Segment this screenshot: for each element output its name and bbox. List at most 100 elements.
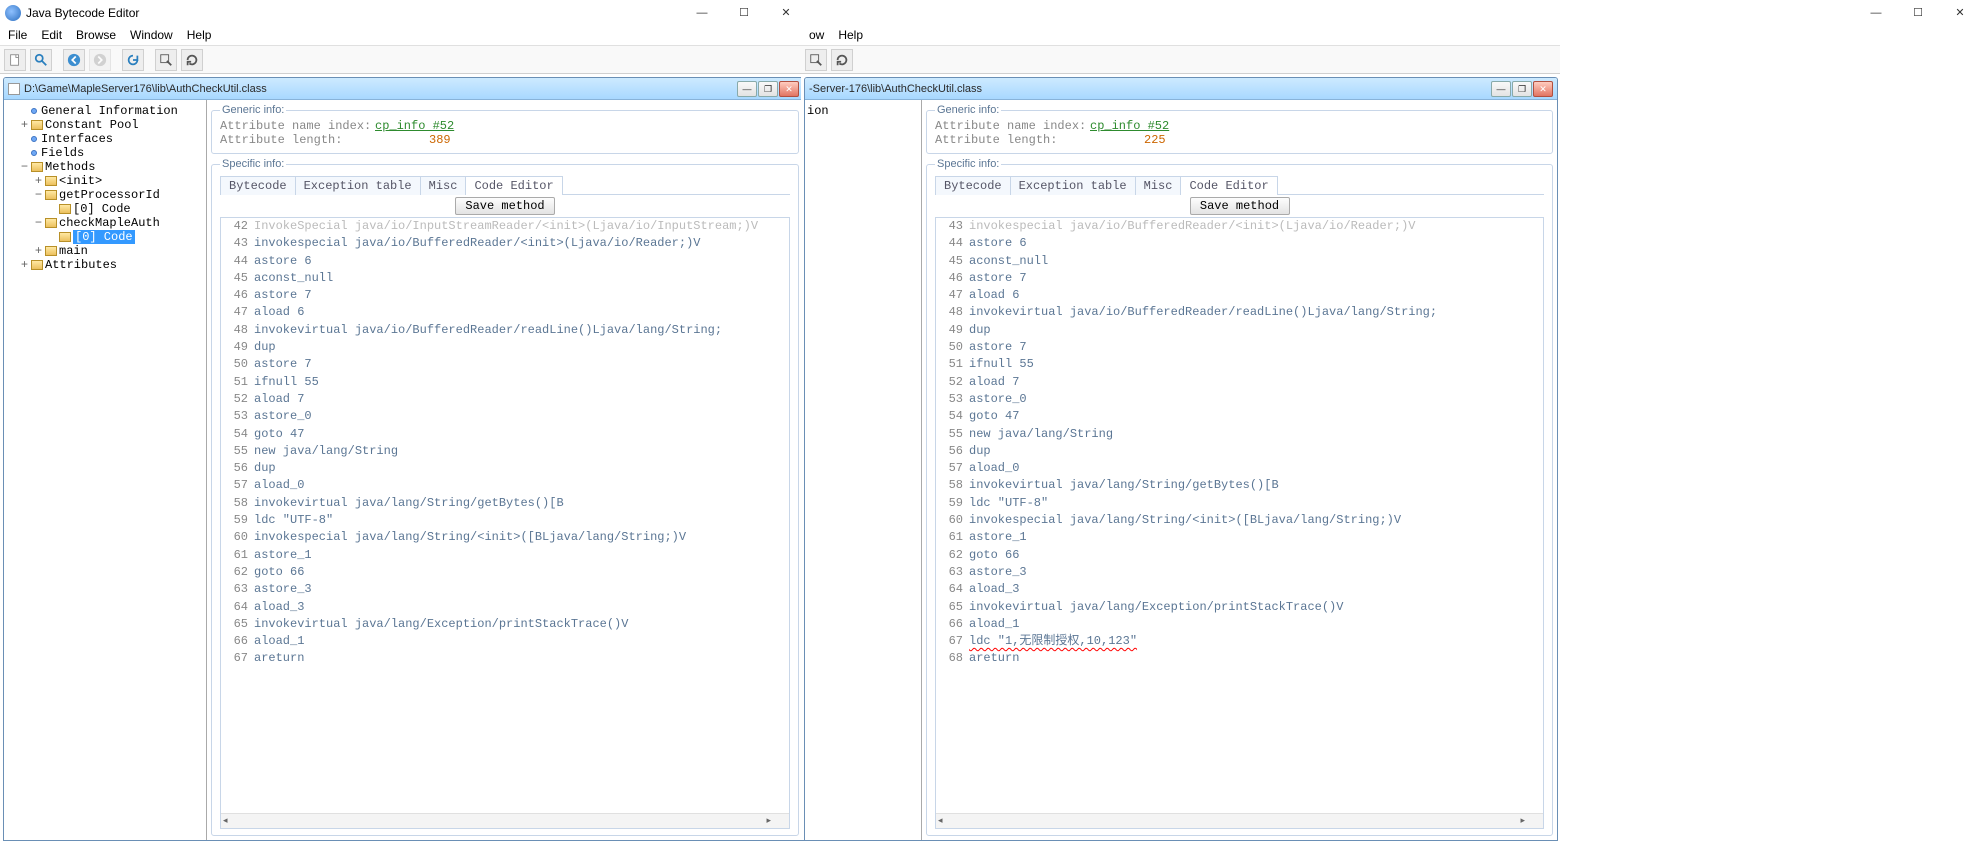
code-line[interactable]: 68areturn [936, 650, 1543, 667]
tree-methods[interactable]: Methods [45, 160, 95, 174]
code-line[interactable]: 58invokevirtual java/lang/String/getByte… [221, 495, 789, 512]
tree-method-getprocessorid[interactable]: getProcessorId [59, 188, 160, 202]
horizontal-scrollbar[interactable] [221, 813, 789, 828]
code-line[interactable]: 66aload_1 [221, 633, 789, 650]
code-line[interactable]: 49dup [221, 339, 789, 356]
code-line[interactable]: 66aload_1 [936, 616, 1543, 633]
code-line[interactable]: 65invokevirtual java/lang/Exception/prin… [221, 616, 789, 633]
reload-button-2[interactable] [831, 49, 853, 71]
menu-dow-fragment[interactable]: ow [805, 28, 828, 43]
maximize-button-3[interactable]: ☐ [1897, 2, 1939, 24]
code-line[interactable]: 48invokevirtual java/io/BufferedReader/r… [221, 322, 789, 339]
code-line[interactable]: 50astore 7 [221, 356, 789, 373]
tree-general[interactable]: General Information [41, 104, 178, 118]
menu-edit[interactable]: Edit [37, 28, 66, 43]
code-line[interactable]: 52aload 7 [221, 391, 789, 408]
code-line[interactable]: 59ldc "UTF-8" [221, 512, 789, 529]
close-button-3[interactable]: ✕ [1939, 2, 1981, 24]
forward-button[interactable] [89, 49, 111, 71]
back-button[interactable] [63, 49, 85, 71]
tree-method-main[interactable]: main [59, 244, 88, 258]
code-line[interactable]: 47aload 6 [936, 287, 1543, 304]
code-line[interactable]: 63astore_3 [221, 581, 789, 598]
code-line[interactable]: 55new java/lang/String [936, 426, 1543, 443]
inner-restore-button[interactable]: ❐ [758, 81, 778, 97]
code-line[interactable]: 60invokespecial java/lang/String/<init>(… [936, 512, 1543, 529]
code-line[interactable]: 45aconst_null [936, 253, 1543, 270]
tree-method-init[interactable]: <init> [59, 174, 102, 188]
code-line[interactable]: 57aload_0 [221, 477, 789, 494]
maximize-button[interactable]: ☐ [723, 2, 765, 24]
tree-code-checkmapleauth[interactable]: [0] Code [73, 230, 135, 244]
inner-close-button-2[interactable]: ✕ [1533, 81, 1553, 97]
code-line[interactable]: 44astore 6 [221, 253, 789, 270]
zoom-button[interactable] [155, 49, 177, 71]
code-line[interactable]: 43invokespecial java/io/BufferedReader/<… [936, 218, 1543, 235]
tab-code-editor-2[interactable]: Code Editor [1180, 176, 1277, 195]
save-method-button[interactable]: Save method [455, 197, 555, 215]
code-line[interactable]: 67areturn [221, 650, 789, 667]
attr-name-index-link-2[interactable]: cp_info #52 [1090, 119, 1169, 133]
tab-misc-2[interactable]: Misc [1135, 176, 1182, 195]
code-editor-right[interactable]: 43invokespecial java/io/BufferedReader/<… [935, 217, 1544, 829]
code-line[interactable]: 67ldc "1,无限制授权,10,123" [936, 633, 1543, 650]
code-line[interactable]: 62goto 66 [221, 564, 789, 581]
code-line[interactable]: 61astore_1 [936, 529, 1543, 546]
tree-attributes[interactable]: Attributes [45, 258, 117, 272]
tab-code-editor[interactable]: Code Editor [465, 176, 562, 195]
code-line[interactable]: 51ifnull 55 [221, 374, 789, 391]
save-method-button-2[interactable]: Save method [1190, 197, 1290, 215]
code-line[interactable]: 46astore 7 [221, 287, 789, 304]
tree-code-getprocessorid[interactable]: [0] Code [73, 202, 131, 216]
code-line[interactable]: 50astore 7 [936, 339, 1543, 356]
menu-help-2[interactable]: Help [834, 28, 867, 43]
code-line[interactable]: 56dup [221, 460, 789, 477]
tab-exception[interactable]: Exception table [295, 176, 421, 195]
code-line[interactable]: 55new java/lang/String [221, 443, 789, 460]
code-line[interactable]: 43invokespecial java/io/BufferedReader/<… [221, 235, 789, 252]
inner-minimize-button-2[interactable]: — [1491, 81, 1511, 97]
code-line[interactable]: 61astore_1 [221, 547, 789, 564]
class-tree[interactable]: General Information +Constant Pool Inter… [4, 100, 207, 840]
code-line[interactable]: 47aload 6 [221, 304, 789, 321]
zoom-button-2[interactable] [805, 49, 827, 71]
menu-window[interactable]: Window [126, 28, 177, 43]
code-line[interactable]: 59ldc "UTF-8" [936, 495, 1543, 512]
code-line[interactable]: 44astore 6 [936, 235, 1543, 252]
tab-exception-2[interactable]: Exception table [1010, 176, 1136, 195]
code-line[interactable]: 57aload_0 [936, 460, 1543, 477]
tree-interfaces[interactable]: Interfaces [41, 132, 113, 146]
horizontal-scrollbar-2[interactable] [936, 813, 1543, 828]
tree-constant-pool[interactable]: Constant Pool [45, 118, 139, 132]
code-line[interactable]: 62goto 66 [936, 547, 1543, 564]
code-line[interactable]: 65invokevirtual java/lang/Exception/prin… [936, 599, 1543, 616]
code-line[interactable]: 48invokevirtual java/io/BufferedReader/r… [936, 304, 1543, 321]
code-line[interactable]: 60invokespecial java/lang/String/<init>(… [221, 529, 789, 546]
code-line[interactable]: 58invokevirtual java/lang/String/getByte… [936, 477, 1543, 494]
menu-file[interactable]: File [4, 28, 31, 43]
tab-bytecode[interactable]: Bytecode [220, 176, 296, 195]
code-line[interactable]: 42InvokeSpecial java/io/InputStreamReade… [221, 218, 789, 235]
code-line[interactable]: 45aconst_null [221, 270, 789, 287]
search-button[interactable] [30, 49, 52, 71]
tree-method-checkmapleauth[interactable]: checkMapleAuth [59, 216, 160, 230]
code-line[interactable]: 64aload_3 [936, 581, 1543, 598]
code-editor-left[interactable]: 42InvokeSpecial java/io/InputStreamReade… [220, 217, 790, 829]
code-line[interactable]: 46astore 7 [936, 270, 1543, 287]
code-line[interactable]: 63astore_3 [936, 564, 1543, 581]
refresh-button[interactable] [122, 49, 144, 71]
inner-minimize-button[interactable]: — [737, 81, 757, 97]
tab-misc[interactable]: Misc [420, 176, 467, 195]
code-line[interactable]: 52aload 7 [936, 374, 1543, 391]
minimize-button[interactable]: — [681, 2, 723, 24]
tree-fragment-text[interactable]: ion [807, 104, 829, 118]
menu-browse[interactable]: Browse [72, 28, 120, 43]
reload-button[interactable] [181, 49, 203, 71]
inner-close-button[interactable]: ✕ [779, 81, 799, 97]
code-line[interactable]: 56dup [936, 443, 1543, 460]
code-line[interactable]: 54goto 47 [936, 408, 1543, 425]
inner-restore-button-2[interactable]: ❐ [1512, 81, 1532, 97]
tab-bytecode-2[interactable]: Bytecode [935, 176, 1011, 195]
code-line[interactable]: 54goto 47 [221, 426, 789, 443]
code-line[interactable]: 49dup [936, 322, 1543, 339]
